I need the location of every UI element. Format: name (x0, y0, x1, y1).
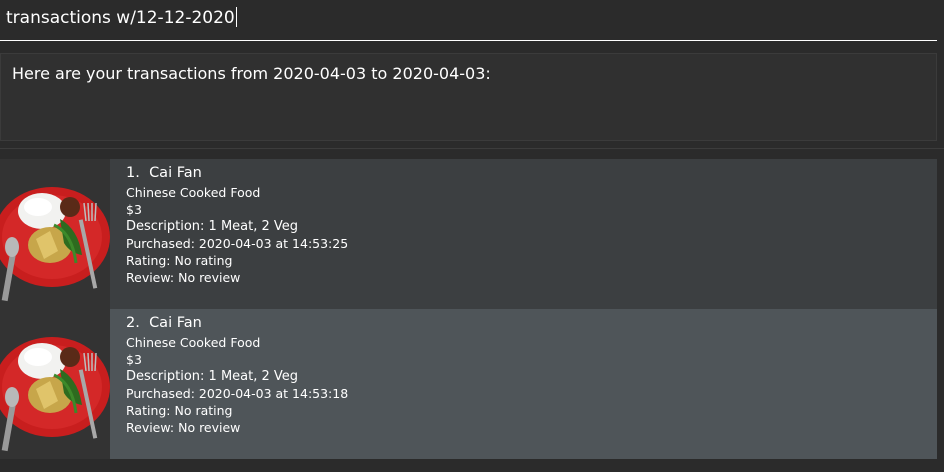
divider (0, 148, 944, 149)
transaction-card[interactable]: 1. Cai Fan Chinese Cooked Food $3 Descri… (0, 159, 937, 309)
transaction-price: $3 (126, 352, 142, 367)
transaction-description: Description: 1 Meat, 2 Veg (126, 369, 299, 384)
transaction-card[interactable]: 2. Cai Fan Chinese Cooked Food $3 Descri… (0, 309, 937, 459)
transaction-category: Chinese Cooked Food (126, 185, 261, 200)
text-caret (235, 7, 237, 27)
transaction-title: 2. Cai Fan (126, 315, 202, 331)
transaction-title: 1. Cai Fan (126, 165, 202, 181)
command-text[interactable]: transactions w/12-12-2020 (6, 7, 237, 28)
food-image (0, 309, 110, 459)
transaction-category: Chinese Cooked Food (126, 335, 261, 350)
transaction-review: Review: No review (126, 420, 241, 435)
transaction-list[interactable]: 1. Cai Fan Chinese Cooked Food $3 Descri… (0, 159, 937, 459)
result-display: Here are your transactions from 2020-04-… (0, 53, 937, 141)
transaction-review: Review: No review (126, 270, 241, 285)
transaction-purchased: Purchased: 2020-04-03 at 14:53:18 (126, 386, 349, 401)
transaction-price: $3 (126, 202, 142, 217)
transaction-purchased: Purchased: 2020-04-03 at 14:53:25 (126, 236, 349, 251)
command-input[interactable]: transactions w/12-12-2020 (0, 0, 937, 41)
transaction-rating: Rating: No rating (126, 403, 233, 418)
result-message: Here are your transactions from 2020-04-… (12, 64, 491, 83)
food-image (0, 159, 110, 309)
transaction-rating: Rating: No rating (126, 253, 233, 268)
transaction-description: Description: 1 Meat, 2 Veg (126, 219, 299, 234)
